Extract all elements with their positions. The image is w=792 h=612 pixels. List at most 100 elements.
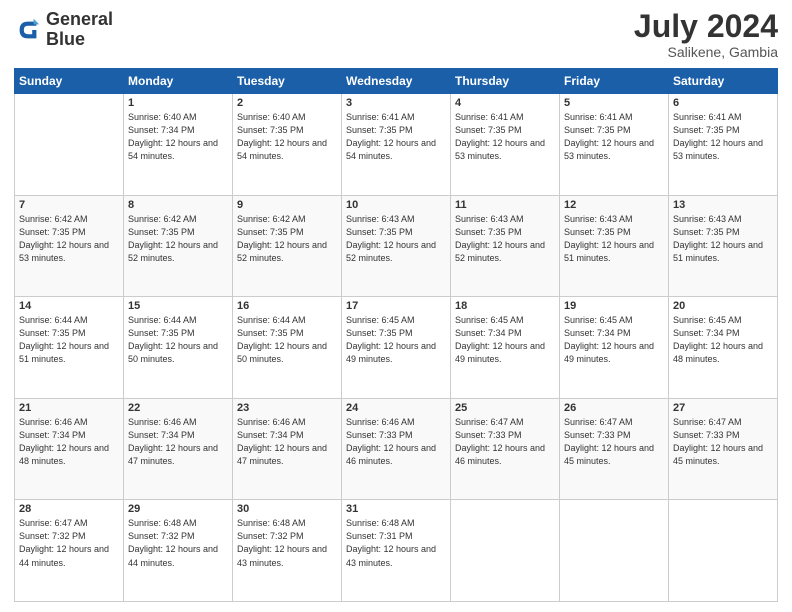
day-info: Sunrise: 6:43 AMSunset: 7:35 PMDaylight:… — [346, 213, 446, 265]
col-header-friday: Friday — [560, 69, 669, 94]
day-info: Sunrise: 6:44 AMSunset: 7:35 PMDaylight:… — [19, 314, 119, 366]
day-cell: 19 Sunrise: 6:45 AMSunset: 7:34 PMDayligh… — [560, 297, 669, 399]
day-info: Sunrise: 6:46 AMSunset: 7:34 PMDaylight:… — [128, 416, 228, 468]
day-cell — [560, 500, 669, 602]
day-cell: 16 Sunrise: 6:44 AMSunset: 7:35 PMDayligh… — [233, 297, 342, 399]
day-cell: 17 Sunrise: 6:45 AMSunset: 7:35 PMDayligh… — [342, 297, 451, 399]
day-number: 20 — [673, 300, 773, 312]
day-info: Sunrise: 6:45 AMSunset: 7:34 PMDaylight:… — [455, 314, 555, 366]
day-info: Sunrise: 6:40 AMSunset: 7:34 PMDaylight:… — [128, 111, 228, 163]
day-number: 1 — [128, 97, 228, 109]
day-cell: 4 Sunrise: 6:41 AMSunset: 7:35 PMDaylight… — [451, 94, 560, 196]
day-number: 29 — [128, 503, 228, 515]
day-cell: 1 Sunrise: 6:40 AMSunset: 7:34 PMDaylight… — [124, 94, 233, 196]
day-cell: 29 Sunrise: 6:48 AMSunset: 7:32 PMDayligh… — [124, 500, 233, 602]
day-number: 4 — [455, 97, 555, 109]
day-cell: 5Sunrise: 6:41 AMSunset: 7:35 PMDaylight… — [560, 94, 669, 196]
day-number: 16 — [237, 300, 337, 312]
day-info: Sunrise: 6:45 AMSunset: 7:34 PMDaylight:… — [673, 314, 773, 366]
day-info: Sunrise: 6:41 AMSunset: 7:35 PMDaylight:… — [346, 111, 446, 163]
day-info: Sunrise: 6:43 AMSunset: 7:35 PMDaylight:… — [673, 213, 773, 265]
day-info: Sunrise: 6:44 AMSunset: 7:35 PMDaylight:… — [237, 314, 337, 366]
day-info: Sunrise: 6:47 AMSunset: 7:33 PMDaylight:… — [673, 416, 773, 468]
title-block: July 2024 Salikene, Gambia — [634, 10, 778, 60]
day-cell — [669, 500, 778, 602]
day-info: Sunrise: 6:46 AMSunset: 7:34 PMDaylight:… — [237, 416, 337, 468]
day-info: Sunrise: 6:41 AMSunset: 7:35 PMDaylight:… — [673, 111, 773, 163]
day-cell: 31Sunrise: 6:48 AMSunset: 7:31 PMDayligh… — [342, 500, 451, 602]
week-row-2: 7Sunrise: 6:42 AMSunset: 7:35 PMDaylight… — [15, 195, 778, 297]
day-info: Sunrise: 6:46 AMSunset: 7:33 PMDaylight:… — [346, 416, 446, 468]
day-cell: 26 Sunrise: 6:47 AMSunset: 7:33 PMDayligh… — [560, 398, 669, 500]
day-number: 23 — [237, 402, 337, 414]
day-number: 15 — [128, 300, 228, 312]
day-info: Sunrise: 6:44 AMSunset: 7:35 PMDaylight:… — [128, 314, 228, 366]
day-cell — [451, 500, 560, 602]
day-cell: 27 Sunrise: 6:47 AMSunset: 7:33 PMDayligh… — [669, 398, 778, 500]
day-number: 12 — [564, 199, 664, 211]
day-cell: 20 Sunrise: 6:45 AMSunset: 7:34 PMDayligh… — [669, 297, 778, 399]
day-number: 17 — [346, 300, 446, 312]
month-year: July 2024 — [634, 10, 778, 42]
header: General Blue July 2024 Salikene, Gambia — [14, 10, 778, 60]
day-number: 19 — [564, 300, 664, 312]
day-cell: 12Sunrise: 6:43 AMSunset: 7:35 PMDayligh… — [560, 195, 669, 297]
day-number: 26 — [564, 402, 664, 414]
header-row: SundayMondayTuesdayWednesdayThursdayFrid… — [15, 69, 778, 94]
day-info: Sunrise: 6:41 AMSunset: 7:35 PMDaylight:… — [564, 111, 664, 163]
day-info: Sunrise: 6:47 AMSunset: 7:32 PMDaylight:… — [19, 517, 119, 569]
week-row-5: 28Sunrise: 6:47 AMSunset: 7:32 PMDayligh… — [15, 500, 778, 602]
day-number: 21 — [19, 402, 119, 414]
day-info: Sunrise: 6:45 AMSunset: 7:34 PMDaylight:… — [564, 314, 664, 366]
logo-line2: Blue — [46, 30, 113, 50]
day-info: Sunrise: 6:47 AMSunset: 7:33 PMDaylight:… — [564, 416, 664, 468]
day-info: Sunrise: 6:41 AMSunset: 7:35 PMDaylight:… — [455, 111, 555, 163]
day-info: Sunrise: 6:48 AMSunset: 7:32 PMDaylight:… — [237, 517, 337, 569]
day-cell — [15, 94, 124, 196]
day-number: 31 — [346, 503, 446, 515]
day-info: Sunrise: 6:43 AMSunset: 7:35 PMDaylight:… — [455, 213, 555, 265]
day-cell: 6 Sunrise: 6:41 AMSunset: 7:35 PMDaylight… — [669, 94, 778, 196]
day-cell: 15 Sunrise: 6:44 AMSunset: 7:35 PMDayligh… — [124, 297, 233, 399]
day-info: Sunrise: 6:45 AMSunset: 7:35 PMDaylight:… — [346, 314, 446, 366]
week-row-1: 1 Sunrise: 6:40 AMSunset: 7:34 PMDaylight… — [15, 94, 778, 196]
day-cell: 7Sunrise: 6:42 AMSunset: 7:35 PMDaylight… — [15, 195, 124, 297]
day-number: 10 — [346, 199, 446, 211]
col-header-sunday: Sunday — [15, 69, 124, 94]
day-cell: 3Sunrise: 6:41 AMSunset: 7:35 PMDaylight… — [342, 94, 451, 196]
col-header-tuesday: Tuesday — [233, 69, 342, 94]
day-number: 6 — [673, 97, 773, 109]
logo-icon — [14, 16, 42, 44]
logo-line1: General — [46, 10, 113, 30]
day-number: 27 — [673, 402, 773, 414]
day-cell: 2Sunrise: 6:40 AMSunset: 7:35 PMDaylight… — [233, 94, 342, 196]
day-info: Sunrise: 6:48 AMSunset: 7:32 PMDaylight:… — [128, 517, 228, 569]
day-number: 25 — [455, 402, 555, 414]
day-number: 8 — [128, 199, 228, 211]
week-row-4: 21 Sunrise: 6:46 AMSunset: 7:34 PMDayligh… — [15, 398, 778, 500]
day-cell: 23 Sunrise: 6:46 AMSunset: 7:34 PMDayligh… — [233, 398, 342, 500]
calendar-table: SundayMondayTuesdayWednesdayThursdayFrid… — [14, 68, 778, 602]
day-cell: 24 Sunrise: 6:46 AMSunset: 7:33 PMDayligh… — [342, 398, 451, 500]
day-number: 13 — [673, 199, 773, 211]
page: General Blue July 2024 Salikene, Gambia … — [0, 0, 792, 612]
location: Salikene, Gambia — [634, 44, 778, 60]
col-header-wednesday: Wednesday — [342, 69, 451, 94]
day-cell: 22 Sunrise: 6:46 AMSunset: 7:34 PMDayligh… — [124, 398, 233, 500]
day-cell: 14 Sunrise: 6:44 AMSunset: 7:35 PMDayligh… — [15, 297, 124, 399]
logo: General Blue — [14, 10, 113, 50]
col-header-thursday: Thursday — [451, 69, 560, 94]
day-cell: 8Sunrise: 6:42 AMSunset: 7:35 PMDaylight… — [124, 195, 233, 297]
day-number: 30 — [237, 503, 337, 515]
day-number: 18 — [455, 300, 555, 312]
day-info: Sunrise: 6:42 AMSunset: 7:35 PMDaylight:… — [237, 213, 337, 265]
day-info: Sunrise: 6:42 AMSunset: 7:35 PMDaylight:… — [19, 213, 119, 265]
week-row-3: 14 Sunrise: 6:44 AMSunset: 7:35 PMDayligh… — [15, 297, 778, 399]
day-cell: 9Sunrise: 6:42 AMSunset: 7:35 PMDaylight… — [233, 195, 342, 297]
day-cell: 25Sunrise: 6:47 AMSunset: 7:33 PMDayligh… — [451, 398, 560, 500]
day-cell: 13 Sunrise: 6:43 AMSunset: 7:35 PMDayligh… — [669, 195, 778, 297]
day-number: 14 — [19, 300, 119, 312]
logo-text: General Blue — [46, 10, 113, 50]
day-number: 24 — [346, 402, 446, 414]
day-number: 22 — [128, 402, 228, 414]
